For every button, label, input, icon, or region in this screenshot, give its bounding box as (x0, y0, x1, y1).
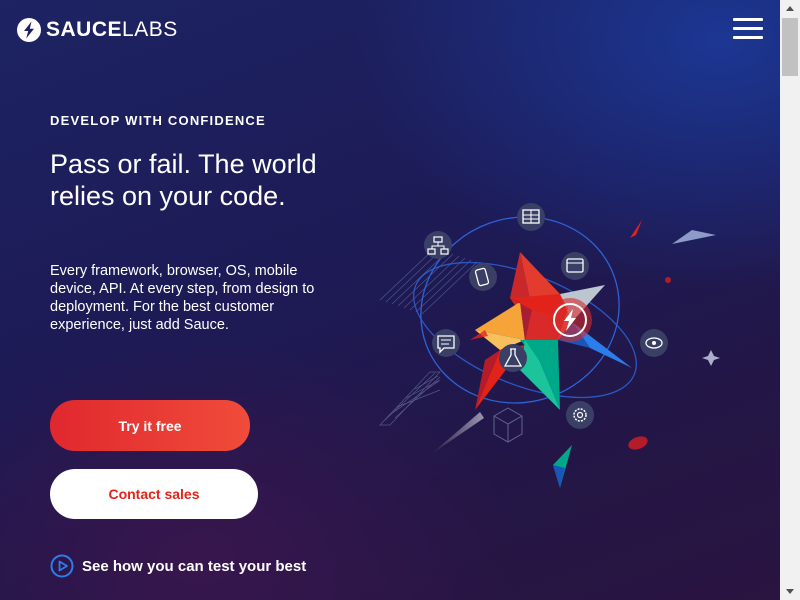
video-link-label: See how you can test your best (82, 557, 307, 575)
scroll-down-arrow-icon[interactable] (780, 583, 800, 600)
logo-wordmark: SAUCELABS (46, 17, 178, 43)
scrollbar-thumb[interactable] (782, 18, 798, 76)
menu-bar (733, 27, 763, 30)
table-icon (517, 203, 545, 231)
mobile-icon (469, 263, 497, 291)
logo-wordmark-light: LABS (122, 18, 178, 41)
hero-headline: Pass or fail. The world relies on your c… (50, 149, 317, 211)
scroll-up-arrow-icon[interactable] (780, 0, 800, 17)
window-icon (561, 252, 589, 280)
vertical-scrollbar[interactable] (780, 0, 800, 600)
hero-page: SAUCELABS DEVELOP WITH CONFIDENCE Pass o… (0, 0, 780, 600)
menu-bar (733, 18, 763, 21)
see-how-video-link[interactable]: See how you can test your best (50, 554, 306, 578)
grid-decoration (379, 371, 441, 426)
hero-illustration (379, 203, 720, 488)
diagonal-lines-decoration (379, 247, 478, 315)
ember-decoration (628, 436, 648, 450)
menu-bar (733, 36, 763, 39)
dot-decoration (665, 277, 671, 283)
hero-eyebrow: DEVELOP WITH CONFIDENCE (50, 113, 266, 128)
light-streak (430, 412, 484, 455)
contact-sales-button[interactable]: Contact sales (50, 469, 258, 519)
flowchart-icon (424, 231, 452, 259)
hamburger-menu-icon[interactable] (731, 16, 765, 42)
crystal-star (475, 252, 632, 410)
sparkle-decoration (702, 350, 720, 366)
hero-body: Every framework, browser, OS, mobile dev… (50, 263, 315, 333)
shard-decoration (672, 230, 716, 244)
wireframe-cube (493, 407, 523, 443)
sauce-bolt-icon (17, 18, 41, 42)
try-it-free-button[interactable]: Try it free (50, 400, 250, 451)
flask-icon (499, 344, 527, 372)
shard-decoration (630, 220, 642, 238)
play-circle-icon (50, 554, 74, 578)
chat-icon (432, 329, 460, 357)
gear-icon (566, 401, 594, 429)
saucelabs-logo[interactable]: SAUCELABS (16, 17, 178, 43)
logo-wordmark-bold: SAUCE (46, 18, 123, 41)
eye-icon (640, 329, 668, 357)
